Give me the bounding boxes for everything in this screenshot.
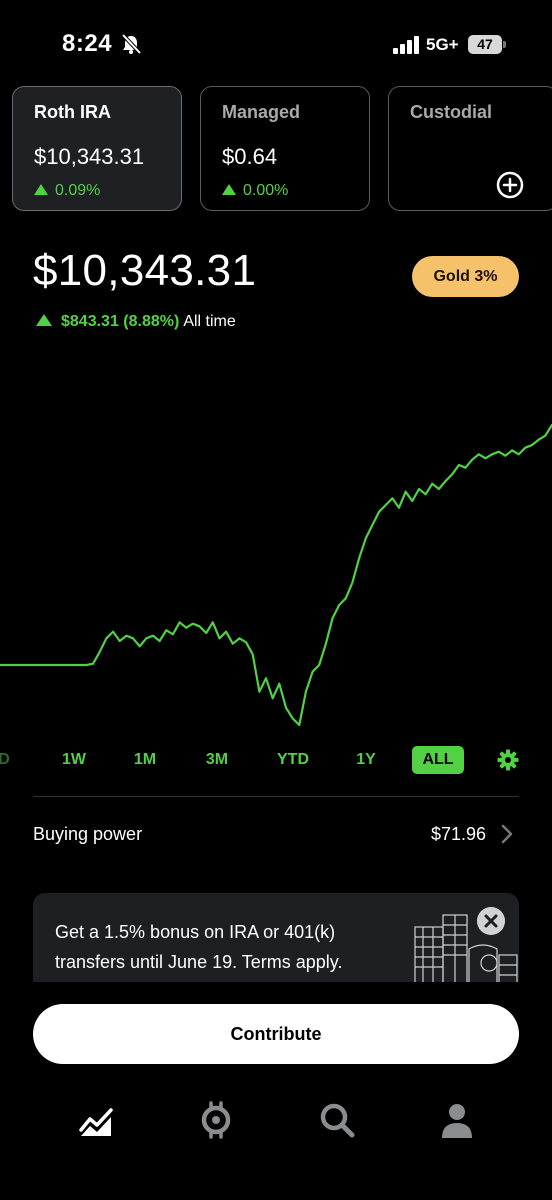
bell-muted-icon xyxy=(121,33,142,55)
status-bar: 8:24 5G+ 47 xyxy=(0,0,552,80)
up-triangle-icon xyxy=(36,314,52,326)
divider xyxy=(33,796,519,797)
all-time-gain: $843.31 (8.88%) All time xyxy=(36,313,236,331)
signal-icon xyxy=(393,36,419,54)
bottom-nav xyxy=(0,1090,552,1160)
battery-icon: 47 xyxy=(468,35,506,54)
gear-icon[interactable] xyxy=(497,749,519,771)
close-icon[interactable] xyxy=(477,907,505,935)
range-tab-ytd[interactable]: YTD xyxy=(268,746,318,774)
plus-circle-icon[interactable] xyxy=(496,171,524,199)
range-tabs: D 1W 1M 3M YTD 1Y ALL xyxy=(0,746,552,776)
chart-icon[interactable] xyxy=(76,1100,116,1140)
network-type: 5G+ xyxy=(426,35,459,54)
account-card-custodial[interactable]: Custodial xyxy=(388,86,552,211)
range-tab-3m[interactable]: 3M xyxy=(196,746,238,774)
battery-level: 47 xyxy=(468,35,502,54)
chevron-right-icon xyxy=(501,824,513,844)
buying-power-label: Buying power xyxy=(33,824,143,844)
search-icon[interactable] xyxy=(317,1100,357,1140)
gold-badge-button[interactable]: Gold 3% xyxy=(412,256,519,297)
account-change: 0.09% xyxy=(34,182,100,200)
gain-value: $843.31 (8.88%) xyxy=(61,313,180,330)
promo-text: Get a 1.5% bonus on IRA or 401(k) transf… xyxy=(55,922,343,972)
account-card-roth-ira[interactable]: Roth IRA $10,343.31 0.09% xyxy=(12,86,182,211)
gain-period-label: All time xyxy=(183,313,236,330)
range-tab-all[interactable]: ALL xyxy=(412,746,464,774)
range-tab-1m[interactable]: 1M xyxy=(124,746,166,774)
account-name: Managed xyxy=(222,102,301,122)
buying-power-value: $71.96 xyxy=(430,824,486,844)
up-triangle-icon xyxy=(34,184,48,195)
range-tab-1y[interactable]: 1Y xyxy=(348,746,384,774)
portfolio-chart[interactable] xyxy=(0,380,552,740)
portfolio-balance: $10,343.31 xyxy=(33,246,257,295)
account-card-managed[interactable]: Managed $0.64 0.00% xyxy=(200,86,370,211)
account-cards: Roth IRA $10,343.31 0.09% Managed $0.64 … xyxy=(12,86,552,212)
account-name: Custodial xyxy=(410,102,493,122)
promo-card[interactable]: Get a 1.5% bonus on IRA or 401(k) transf… xyxy=(33,893,519,982)
account-name: Roth IRA xyxy=(34,102,111,122)
range-tab-1d[interactable]: D xyxy=(0,746,14,774)
chart-line xyxy=(0,423,552,727)
crypto-icon[interactable] xyxy=(196,1100,236,1140)
status-time: 8:24 xyxy=(62,30,113,57)
range-tab-1w[interactable]: 1W xyxy=(54,746,94,774)
account-amount: $10,343.31 xyxy=(34,144,145,169)
account-change: 0.00% xyxy=(222,182,288,200)
account-amount: $0.64 xyxy=(222,144,278,169)
up-triangle-icon xyxy=(222,184,236,195)
contribute-button[interactable]: Contribute xyxy=(33,1004,519,1064)
profile-icon[interactable] xyxy=(437,1100,477,1140)
